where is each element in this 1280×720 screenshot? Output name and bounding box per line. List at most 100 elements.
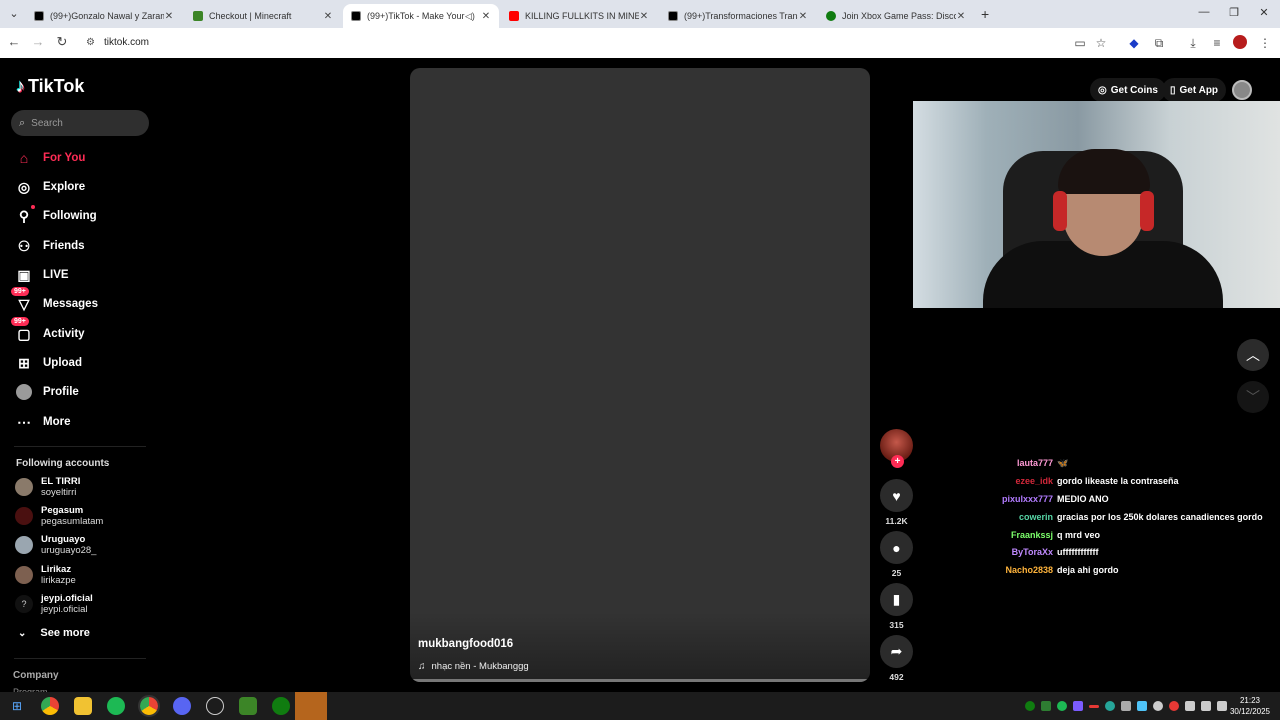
- nav-explore[interactable]: ◎ Explore: [15, 176, 155, 198]
- xbox-favicon-icon: [826, 11, 836, 21]
- spotify-tray-icon[interactable]: [1057, 701, 1067, 711]
- close-window-icon[interactable]: ✕: [1254, 6, 1274, 19]
- discord-icon[interactable]: [173, 697, 191, 715]
- file-explorer-icon[interactable]: [74, 697, 92, 715]
- profile-avatar-icon[interactable]: [1233, 35, 1247, 49]
- app-window-icon[interactable]: [295, 692, 327, 720]
- network-icon[interactable]: [1185, 701, 1195, 711]
- extension-shield-icon[interactable]: ◆: [1126, 35, 1142, 51]
- tray-app-icon[interactable]: [1089, 705, 1099, 708]
- xbox-tray-icon[interactable]: [1025, 701, 1035, 711]
- media-control-icon[interactable]: ≡: [1209, 35, 1225, 51]
- nav-profile[interactable]: Profile: [15, 381, 155, 403]
- get-app-button[interactable]: ▯ Get App: [1162, 78, 1227, 102]
- tray-app-icon[interactable]: [1153, 701, 1163, 711]
- account-item[interactable]: Lirikaz lirikazpe: [15, 562, 76, 588]
- video-music[interactable]: ♫ nhạc nền - Mukbanggg: [418, 661, 529, 672]
- save-button[interactable]: ▮: [880, 583, 913, 616]
- cast-icon[interactable]: ▭: [1072, 35, 1088, 51]
- restore-icon[interactable]: ❐: [1224, 6, 1244, 19]
- tiktok-logo[interactable]: ♪ TikTok: [16, 76, 84, 97]
- download-icon[interactable]: ⤓: [1185, 35, 1201, 51]
- obs-icon[interactable]: [206, 697, 224, 715]
- get-coins-button[interactable]: ◎ Get Coins: [1090, 78, 1166, 102]
- close-icon[interactable]: ✕: [956, 11, 966, 22]
- chat-text: gordo likeaste la contraseña: [1057, 476, 1179, 486]
- see-more-button[interactable]: ⌄ See more: [18, 627, 90, 639]
- chat-text: MEDIO ANO: [1057, 494, 1109, 504]
- chrome-icon[interactable]: [41, 697, 59, 715]
- nav-activity[interactable]: ▢ 99+ Activity: [11, 317, 155, 345]
- extensions-puzzle-icon[interactable]: ⧉: [1151, 35, 1167, 51]
- tray-app-icon[interactable]: [1121, 701, 1131, 711]
- spotify-icon[interactable]: [107, 697, 125, 715]
- tab-title: Checkout | Minecraft: [209, 11, 292, 21]
- account-item[interactable]: Uruguayo uruguayo28_: [15, 532, 96, 558]
- url-text[interactable]: tiktok.com: [104, 37, 149, 48]
- like-button[interactable]: ♥: [880, 479, 913, 512]
- browser-tab[interactable]: Join Xbox Game Pass: Discover ✕: [818, 4, 974, 28]
- company-link[interactable]: Company: [13, 670, 59, 681]
- volume-icon[interactable]: [1201, 701, 1211, 711]
- next-video-button[interactable]: ﹀: [1237, 381, 1269, 413]
- previous-video-button[interactable]: ︿: [1237, 339, 1269, 371]
- tray-app-icon[interactable]: [1073, 701, 1083, 711]
- close-icon[interactable]: ✕: [323, 11, 333, 22]
- user-avatar[interactable]: [1232, 80, 1252, 100]
- close-icon[interactable]: ✕: [639, 11, 649, 22]
- forward-icon[interactable]: →: [30, 34, 46, 50]
- bookmark-star-icon[interactable]: ☆: [1093, 35, 1109, 51]
- battery-icon[interactable]: [1217, 701, 1227, 711]
- menu-kebab-icon[interactable]: ⋮: [1257, 35, 1273, 51]
- close-icon[interactable]: ✕: [798, 11, 808, 22]
- browser-tab[interactable]: KILLING FULLKITS IN MINECRAFT ✕: [501, 4, 657, 28]
- minimize-icon[interactable]: —: [1194, 6, 1214, 18]
- site-info-icon[interactable]: ⚙: [86, 37, 95, 48]
- follow-plus-icon[interactable]: +: [891, 455, 904, 468]
- tiktok-favicon-icon: [351, 11, 361, 21]
- xbox-icon[interactable]: [272, 697, 290, 715]
- nav-upload[interactable]: ⊞ Upload: [15, 352, 155, 374]
- omnibox[interactable]: ⚙ tiktok.com: [80, 31, 1120, 55]
- logo-text: TikTok: [28, 76, 85, 96]
- browser-tab-active[interactable]: (99+)TikTok - Make Your Day ◁) ✕: [343, 4, 499, 28]
- nav-friends[interactable]: ⚇ Friends: [15, 235, 155, 257]
- account-item[interactable]: EL TIRRI soyeltirri: [15, 474, 80, 500]
- speaker-icon[interactable]: ◁): [465, 11, 477, 22]
- windows-start-icon[interactable]: ⊞: [8, 697, 26, 715]
- tray-app-icon[interactable]: [1105, 701, 1115, 711]
- chrome-active-icon[interactable]: [138, 695, 160, 717]
- nav-more[interactable]: ⋯ More: [15, 411, 155, 433]
- account-item[interactable]: Pegasum pegasumlatam: [15, 503, 103, 529]
- avatar: ?: [15, 595, 33, 613]
- search-icon: ⌕: [19, 116, 26, 129]
- tray-app-icon[interactable]: [1169, 701, 1179, 711]
- share-button[interactable]: ➦: [880, 635, 913, 668]
- video-player[interactable]: mukbangfood016 ♫ nhạc nền - Mukbanggg: [410, 68, 870, 682]
- video-author[interactable]: mukbangfood016: [418, 638, 513, 650]
- comment-button[interactable]: ●: [880, 531, 913, 564]
- reload-icon[interactable]: ↻: [54, 34, 70, 50]
- tray-app-icon[interactable]: [1041, 701, 1051, 711]
- video-progress-bar[interactable]: [410, 679, 870, 682]
- steam-tray-icon[interactable]: [1137, 701, 1147, 711]
- nav-for-you[interactable]: ⌂ For You: [15, 147, 155, 169]
- close-icon[interactable]: ✕: [481, 11, 491, 22]
- notification-dot: [31, 205, 35, 209]
- browser-tab[interactable]: (99+)Transformaciones Trans: C ✕: [660, 4, 816, 28]
- account-item[interactable]: ? jeypi.oficial jeypi.oficial: [15, 591, 93, 617]
- browser-tab[interactable]: Checkout | Minecraft ✕: [185, 4, 341, 28]
- back-icon[interactable]: ←: [6, 34, 22, 50]
- tab-search-icon[interactable]: ⌄: [6, 6, 22, 22]
- minecraft-icon[interactable]: [239, 697, 257, 715]
- nav-messages[interactable]: ▽ 99+ Messages: [11, 287, 155, 315]
- nav-live[interactable]: ▣ LIVE: [15, 264, 155, 286]
- nav-following[interactable]: ⚲ Following: [15, 205, 155, 227]
- new-tab-icon[interactable]: +: [981, 6, 989, 22]
- tiktok-note-icon: ♪: [16, 76, 25, 96]
- browser-tab[interactable]: (99+)Gonzalo Nawal y Zaramay ✕: [26, 4, 182, 28]
- search-input[interactable]: [31, 117, 132, 129]
- taskbar-clock[interactable]: 21:23 30/12/2025: [1230, 695, 1270, 717]
- close-icon[interactable]: ✕: [164, 11, 174, 22]
- search-bar[interactable]: ⌕: [11, 110, 149, 136]
